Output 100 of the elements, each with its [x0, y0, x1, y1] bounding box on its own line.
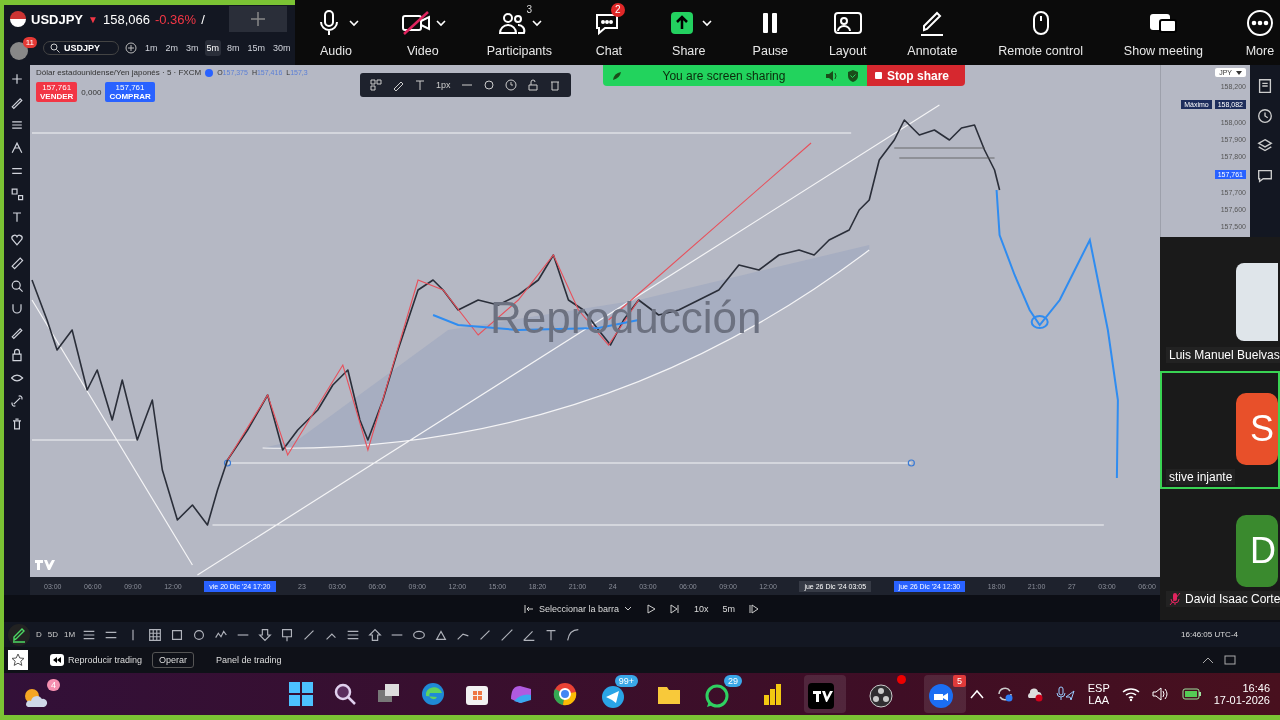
- browser-icon[interactable]: [420, 681, 446, 707]
- toolbar-button[interactable]: More: [1239, 2, 1280, 65]
- clock-icon[interactable]: [504, 79, 517, 91]
- text-icon[interactable]: [414, 79, 426, 91]
- sell-button[interactable]: 157,761 VENDER: [36, 82, 78, 102]
- notes-icon[interactable]: [1256, 77, 1274, 95]
- link-icon[interactable]: [9, 393, 25, 409]
- chevron-up-icon[interactable]: [1202, 656, 1214, 664]
- ruler-icon[interactable]: [9, 255, 25, 271]
- toolbar-button[interactable]: Video: [395, 2, 450, 65]
- weather-icon: [22, 687, 48, 709]
- meeting-app-button[interactable]: 5: [924, 675, 966, 713]
- speaker-icon[interactable]: [1151, 686, 1170, 702]
- aperture-icon: [868, 683, 894, 709]
- interval-button[interactable]: 30m: [271, 40, 293, 56]
- zoom-icon[interactable]: [9, 278, 25, 294]
- range-button[interactable]: 1M: [64, 630, 76, 639]
- jump-end-icon[interactable]: [749, 603, 760, 614]
- unread-badge: 2: [610, 3, 625, 17]
- range-button[interactable]: D: [36, 630, 42, 639]
- toolbar-button[interactable]: Share: [661, 2, 716, 65]
- logo-icon: [808, 683, 834, 709]
- step-forward-icon[interactable]: [670, 603, 681, 614]
- cloud-error-icon[interactable]: [1025, 685, 1044, 703]
- star-button[interactable]: [8, 650, 28, 670]
- sync-icon[interactable]: [995, 685, 1014, 703]
- play-icon[interactable]: [646, 603, 657, 614]
- edit-button[interactable]: [8, 623, 30, 646]
- toolbar-button[interactable]: Audio: [309, 2, 363, 65]
- toolbar-button[interactable]: Pause: [748, 2, 793, 65]
- grid-icon[interactable]: [147, 626, 164, 643]
- gear-icon[interactable]: [482, 79, 495, 91]
- down-triangle-icon: ▼: [88, 13, 98, 25]
- notification-badge: 29: [724, 675, 742, 687]
- lock-icon[interactable]: [526, 79, 539, 91]
- fork-icon[interactable]: [9, 140, 25, 156]
- interval-button[interactable]: 3m: [184, 40, 201, 56]
- trash-icon[interactable]: [548, 79, 561, 91]
- chart-title: Dólar estadounidense/Yen japonés · 5 · FXCM: [36, 68, 202, 77]
- heart-icon[interactable]: [9, 232, 25, 248]
- add-circle-icon[interactable]: [125, 42, 137, 54]
- up-arrow-icon[interactable]: [367, 626, 384, 643]
- toolbar-button[interactable]: 3 Participants: [482, 2, 557, 65]
- microphone-location-icon[interactable]: [1055, 685, 1076, 703]
- select-bar-button[interactable]: Seleccionar la barra: [524, 603, 633, 614]
- camera-icon: [399, 9, 432, 37]
- interval-button[interactable]: 15m: [245, 40, 268, 56]
- toolbar-button[interactable]: Show meeting: [1119, 2, 1208, 65]
- flag-icon: [10, 11, 26, 27]
- caret-icon[interactable]: [435, 19, 446, 27]
- crosshair-icon[interactable]: [9, 71, 25, 87]
- toolbar-button[interactable]: Annotate: [903, 2, 962, 65]
- tradingview-button[interactable]: [804, 675, 846, 713]
- participant-tile[interactable]: Luis Manuel Buelvas: [1160, 249, 1280, 367]
- chat-icon[interactable]: [1256, 167, 1274, 185]
- symbol-name: USDJPY: [31, 11, 84, 27]
- phone-bubble-icon: [704, 683, 730, 709]
- chart-clock: 16:46:05 UTC-4: [1181, 630, 1238, 639]
- search-icon[interactable]: [332, 681, 358, 707]
- caret-icon: [624, 606, 633, 611]
- stop-share-button[interactable]: Stop share: [867, 65, 965, 86]
- buy-button[interactable]: 157,761 COMPRAR: [105, 82, 155, 102]
- shapes-icon[interactable]: [9, 186, 25, 202]
- replay-trading-button[interactable]: Reproducir trading: [50, 654, 143, 666]
- chrome-icon[interactable]: [552, 681, 578, 707]
- participant-tile[interactable]: S stive injante: [1160, 371, 1280, 489]
- down-arrow-icon[interactable]: [257, 626, 274, 643]
- interval-button[interactable]: 5m: [204, 40, 222, 56]
- symbol-price: 158,066: [102, 11, 150, 27]
- caret-icon[interactable]: [701, 19, 712, 27]
- trading-panel-tab[interactable]: Panel de trading: [216, 655, 282, 665]
- language-indicator[interactable]: ESP LAA: [1087, 682, 1110, 706]
- battery-icon[interactable]: [1181, 687, 1202, 701]
- toolbar-button[interactable]: 2 Chat: [588, 2, 629, 65]
- wifi-icon[interactable]: [1121, 686, 1140, 702]
- magnet-icon[interactable]: [9, 301, 25, 317]
- grid-icon[interactable]: [370, 79, 382, 91]
- clock-icon[interactable]: [1256, 107, 1274, 125]
- participant-name: Luis Manuel Buelvas: [1166, 347, 1280, 363]
- new-tab-button[interactable]: [229, 6, 287, 32]
- maximize-icon[interactable]: [1224, 655, 1236, 665]
- toolbar-button[interactable]: Remote control: [994, 2, 1087, 65]
- operate-button[interactable]: Operar: [152, 652, 195, 668]
- windows-logo-icon[interactable]: [288, 681, 314, 707]
- clock-display[interactable]: 16:46 17-01-2026: [1213, 682, 1270, 706]
- participant-tile[interactable]: D David Isaac Corte: [1160, 493, 1280, 611]
- search-icon: [50, 43, 60, 53]
- caret-icon: [1236, 70, 1242, 75]
- caret-icon[interactable]: [532, 19, 543, 27]
- interval-button[interactable]: 2m: [163, 40, 181, 56]
- interval-button[interactable]: 5m: [722, 603, 736, 614]
- line-width-button[interactable]: 1px: [436, 80, 451, 90]
- caret-icon[interactable]: [349, 19, 359, 27]
- plus-icon: [250, 11, 266, 27]
- speed-button[interactable]: 10x: [694, 603, 709, 614]
- range-button[interactable]: 5D: [47, 630, 58, 639]
- interval-button[interactable]: 8m: [225, 40, 242, 56]
- lock-icon[interactable]: [9, 347, 25, 363]
- interval-button[interactable]: 1m: [143, 40, 160, 56]
- toolbar-button[interactable]: Layout: [824, 2, 871, 65]
